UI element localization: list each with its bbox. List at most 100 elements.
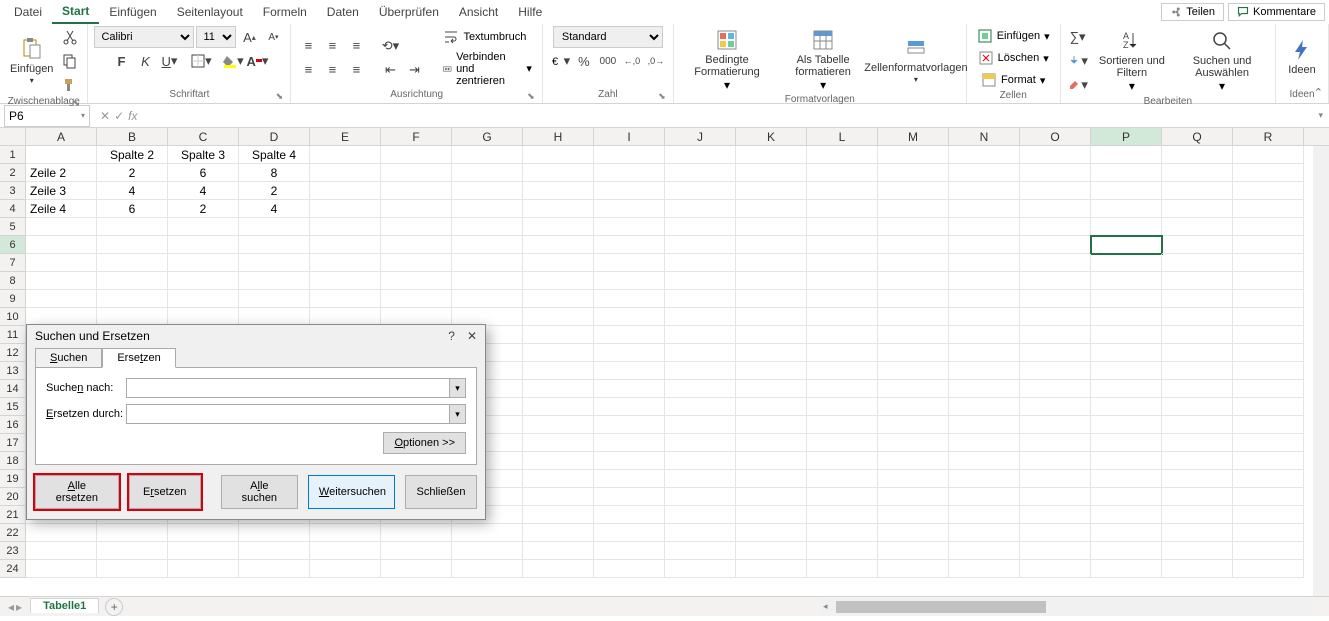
increase-font-button[interactable]: A▴ [238, 26, 260, 48]
cell-F23[interactable] [381, 542, 452, 560]
expand-formula-bar[interactable]: ▾ [1312, 110, 1329, 121]
cell-P17[interactable] [1091, 434, 1162, 452]
cell-N3[interactable] [949, 182, 1020, 200]
cell-O9[interactable] [1020, 290, 1091, 308]
cell-O16[interactable] [1020, 416, 1091, 434]
cell-O10[interactable] [1020, 308, 1091, 326]
cell-Q11[interactable] [1162, 326, 1233, 344]
cell-O13[interactable] [1020, 362, 1091, 380]
cell-C22[interactable] [168, 524, 239, 542]
cell-R9[interactable] [1233, 290, 1304, 308]
cell-J2[interactable] [665, 164, 736, 182]
alignment-launcher[interactable]: ⬊ [526, 91, 536, 101]
cell-K21[interactable] [736, 506, 807, 524]
ideas-button[interactable]: Ideen [1282, 36, 1322, 78]
cell-K16[interactable] [736, 416, 807, 434]
cell-O6[interactable] [1020, 236, 1091, 254]
sheet-next-button[interactable]: ▸ [16, 600, 22, 614]
dialog-help-button[interactable]: ? [448, 329, 455, 343]
cell-R21[interactable] [1233, 506, 1304, 524]
col-header-O[interactable]: O [1020, 128, 1091, 145]
cell-O15[interactable] [1020, 398, 1091, 416]
cell-L1[interactable] [807, 146, 878, 164]
cell-G24[interactable] [452, 560, 523, 578]
cell-O18[interactable] [1020, 452, 1091, 470]
cell-H17[interactable] [523, 434, 594, 452]
cell-J6[interactable] [665, 236, 736, 254]
row-header-15[interactable]: 15 [0, 398, 26, 416]
cell-A4[interactable]: Zeile 4 [26, 200, 97, 218]
cell-K2[interactable] [736, 164, 807, 182]
align-bottom-button[interactable]: ≡ [345, 35, 367, 57]
cell-C2[interactable]: 6 [168, 164, 239, 182]
menu-start[interactable]: Start [52, 0, 99, 24]
cell-E2[interactable] [310, 164, 381, 182]
cell-R13[interactable] [1233, 362, 1304, 380]
cell-R19[interactable] [1233, 470, 1304, 488]
cell-H11[interactable] [523, 326, 594, 344]
cell-K12[interactable] [736, 344, 807, 362]
fill-button[interactable]: ▾ [1067, 50, 1089, 72]
cell-K3[interactable] [736, 182, 807, 200]
cell-Q16[interactable] [1162, 416, 1233, 434]
cell-I12[interactable] [594, 344, 665, 362]
cell-A3[interactable]: Zeile 3 [26, 182, 97, 200]
cell-L7[interactable] [807, 254, 878, 272]
cell-L23[interactable] [807, 542, 878, 560]
cell-L5[interactable] [807, 218, 878, 236]
cell-I15[interactable] [594, 398, 665, 416]
cell-A5[interactable] [26, 218, 97, 236]
cell-Q18[interactable] [1162, 452, 1233, 470]
menu-daten[interactable]: Daten [317, 1, 369, 23]
cell-L24[interactable] [807, 560, 878, 578]
cell-K20[interactable] [736, 488, 807, 506]
cell-P11[interactable] [1091, 326, 1162, 344]
cell-N24[interactable] [949, 560, 1020, 578]
row-header-1[interactable]: 1 [0, 146, 26, 164]
cell-O21[interactable] [1020, 506, 1091, 524]
cell-Q13[interactable] [1162, 362, 1233, 380]
cell-J4[interactable] [665, 200, 736, 218]
cell-B3[interactable]: 4 [97, 182, 168, 200]
cell-L8[interactable] [807, 272, 878, 290]
cell-N15[interactable] [949, 398, 1020, 416]
col-header-A[interactable]: A [26, 128, 97, 145]
cell-F1[interactable] [381, 146, 452, 164]
cell-P2[interactable] [1091, 164, 1162, 182]
cell-P14[interactable] [1091, 380, 1162, 398]
cell-L22[interactable] [807, 524, 878, 542]
cell-J1[interactable] [665, 146, 736, 164]
cell-A22[interactable] [26, 524, 97, 542]
cell-D7[interactable] [239, 254, 310, 272]
col-header-I[interactable]: I [594, 128, 665, 145]
cell-I21[interactable] [594, 506, 665, 524]
font-name-select[interactable]: Calibri [94, 26, 194, 48]
cell-B2[interactable]: 2 [97, 164, 168, 182]
cell-H2[interactable] [523, 164, 594, 182]
cell-Q3[interactable] [1162, 182, 1233, 200]
cell-styles-button[interactable]: Zellenformatvorlagen▾ [872, 34, 960, 87]
search-dropdown[interactable]: ▾ [449, 379, 465, 397]
cell-E24[interactable] [310, 560, 381, 578]
cell-J12[interactable] [665, 344, 736, 362]
cell-P21[interactable] [1091, 506, 1162, 524]
cell-K17[interactable] [736, 434, 807, 452]
cell-N12[interactable] [949, 344, 1020, 362]
cell-L16[interactable] [807, 416, 878, 434]
cell-J11[interactable] [665, 326, 736, 344]
cell-J8[interactable] [665, 272, 736, 290]
replace-input[interactable] [127, 405, 449, 423]
cell-I24[interactable] [594, 560, 665, 578]
cell-F5[interactable] [381, 218, 452, 236]
row-header-21[interactable]: 21 [0, 506, 26, 524]
borders-button[interactable]: ▾ [190, 50, 212, 72]
cell-M2[interactable] [878, 164, 949, 182]
cell-M19[interactable] [878, 470, 949, 488]
cell-O7[interactable] [1020, 254, 1091, 272]
align-right-button[interactable]: ≡ [345, 59, 367, 81]
cell-P10[interactable] [1091, 308, 1162, 326]
tab-suchen[interactable]: Suchen [35, 348, 102, 368]
row-header-12[interactable]: 12 [0, 344, 26, 362]
cell-B9[interactable] [97, 290, 168, 308]
cell-H5[interactable] [523, 218, 594, 236]
